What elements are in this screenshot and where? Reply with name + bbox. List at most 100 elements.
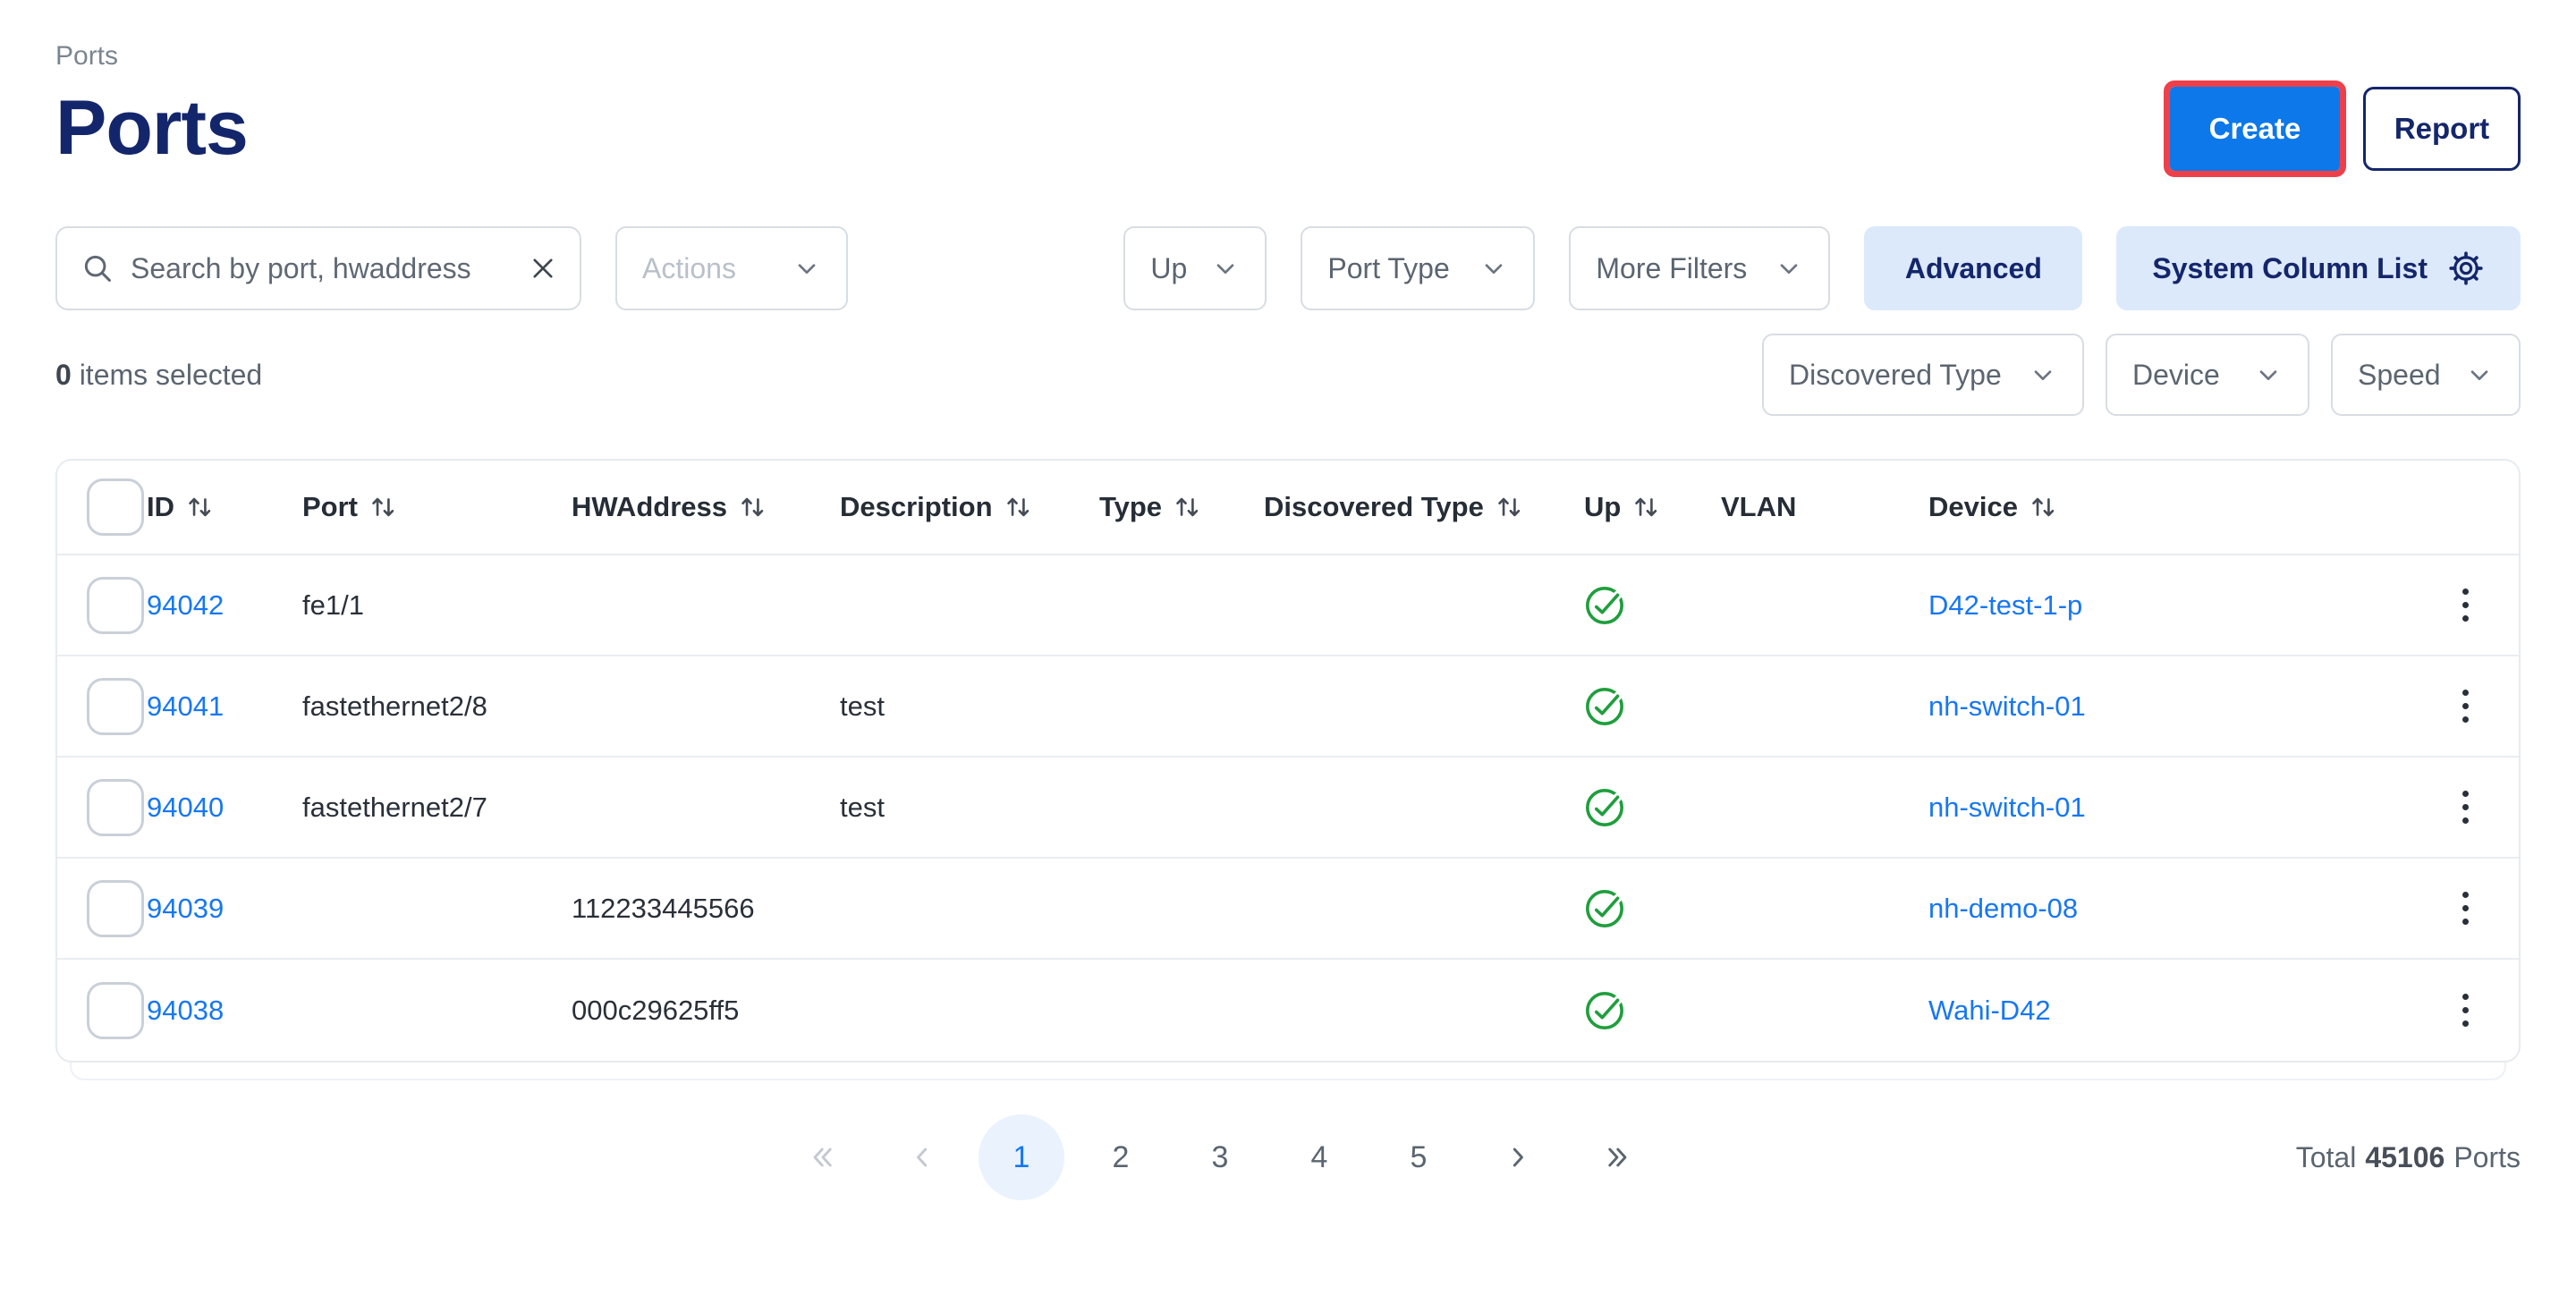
page-button-1[interactable]: 1 bbox=[979, 1114, 1064, 1200]
column-header-vlan[interactable]: VLAN bbox=[1721, 491, 1928, 523]
clear-search-icon[interactable] bbox=[528, 253, 558, 284]
row-checkbox[interactable] bbox=[87, 678, 144, 735]
chevron-down-icon bbox=[792, 254, 821, 283]
chevron-down-icon bbox=[2029, 360, 2057, 389]
previous-page-button[interactable] bbox=[879, 1114, 965, 1200]
next-page-button[interactable] bbox=[1475, 1114, 1561, 1200]
page-button-2[interactable]: 2 bbox=[1078, 1114, 1164, 1200]
row-checkbox[interactable] bbox=[87, 577, 144, 634]
device-link[interactable]: D42-test-1-p bbox=[1928, 589, 2082, 622]
description-cell: test bbox=[840, 690, 1099, 723]
port-cell: fastethernet2/7 bbox=[302, 792, 572, 824]
row-checkbox[interactable] bbox=[87, 779, 144, 836]
table-row[interactable]: 94039 112233445566 nh-demo-08 bbox=[57, 859, 2519, 960]
sort-icon[interactable] bbox=[1495, 492, 1525, 522]
port-id-link[interactable]: 94042 bbox=[147, 589, 224, 622]
device-link[interactable]: nh-switch-01 bbox=[1928, 792, 2086, 824]
actions-dropdown-label: Actions bbox=[642, 252, 736, 285]
row-checkbox[interactable] bbox=[87, 880, 144, 937]
port-id-link[interactable]: 94041 bbox=[147, 690, 224, 723]
table-row[interactable]: 94040 fastethernet2/7 test nh-switch-01 bbox=[57, 758, 2519, 859]
up-status-check-icon bbox=[1584, 990, 1625, 1031]
sort-icon[interactable] bbox=[738, 492, 768, 522]
search-input[interactable] bbox=[131, 252, 512, 285]
up-status-check-icon bbox=[1584, 686, 1625, 727]
report-button[interactable]: Report bbox=[2363, 87, 2521, 171]
column-header-id[interactable]: ID bbox=[147, 491, 302, 523]
toolbar: Actions Up Port Type More Filters Advanc… bbox=[55, 226, 2521, 310]
row-actions-kebab-icon[interactable] bbox=[2446, 985, 2485, 1036]
row-actions-kebab-icon[interactable] bbox=[2446, 681, 2485, 732]
system-column-list-label: System Column List bbox=[2152, 252, 2428, 285]
more-filters-dropdown[interactable]: More Filters bbox=[1569, 226, 1830, 310]
header-actions: Create Report bbox=[2170, 87, 2521, 171]
page-button-4[interactable]: 4 bbox=[1276, 1114, 1362, 1200]
system-column-list-button[interactable]: System Column List bbox=[2116, 226, 2521, 310]
sort-icon[interactable] bbox=[1631, 492, 1662, 522]
port-type-filter-dropdown[interactable]: Port Type bbox=[1301, 226, 1535, 310]
speed-filter-dropdown[interactable]: Speed bbox=[2331, 334, 2521, 416]
chevron-down-icon bbox=[1211, 254, 1240, 283]
actions-dropdown[interactable]: Actions bbox=[615, 226, 848, 310]
port-cell: fastethernet2/8 bbox=[302, 690, 572, 723]
search-box[interactable] bbox=[55, 226, 581, 310]
table-row[interactable]: 94041 fastethernet2/8 test nh-switch-01 bbox=[57, 656, 2519, 758]
speed-filter-label: Speed bbox=[2358, 359, 2441, 392]
row-checkbox[interactable] bbox=[87, 982, 144, 1039]
sub-toolbar: 0 items selected Discovered Type Device … bbox=[55, 334, 2521, 416]
last-page-button[interactable] bbox=[1574, 1114, 1660, 1200]
row-actions-kebab-icon[interactable] bbox=[2446, 580, 2485, 631]
table-row[interactable]: 94038 000c29625ff5 Wahi-D42 bbox=[57, 960, 2519, 1061]
page-button-3[interactable]: 3 bbox=[1177, 1114, 1263, 1200]
up-filter-label: Up bbox=[1150, 252, 1187, 285]
column-header-discovered-type[interactable]: Discovered Type bbox=[1264, 491, 1584, 523]
port-type-filter-label: Port Type bbox=[1327, 252, 1449, 285]
chevron-down-icon bbox=[1479, 254, 1508, 283]
create-button[interactable]: Create bbox=[2170, 87, 2340, 171]
port-id-link[interactable]: 94038 bbox=[147, 995, 224, 1027]
sort-icon[interactable] bbox=[1173, 492, 1203, 522]
port-id-link[interactable]: 94040 bbox=[147, 792, 224, 824]
first-page-button[interactable] bbox=[780, 1114, 866, 1200]
device-link[interactable]: nh-demo-08 bbox=[1928, 893, 2078, 925]
ports-table: ID Port HWAddress Description Type Disco… bbox=[55, 459, 2521, 1063]
up-status-check-icon bbox=[1584, 888, 1625, 929]
discovered-type-filter-label: Discovered Type bbox=[1789, 359, 2002, 392]
sort-icon[interactable] bbox=[1004, 492, 1034, 522]
hwaddress-cell: 112233445566 bbox=[572, 893, 840, 925]
up-status-check-icon bbox=[1584, 787, 1625, 828]
column-header-up[interactable]: Up bbox=[1584, 491, 1721, 523]
column-header-description[interactable]: Description bbox=[840, 491, 1099, 523]
row-actions-kebab-icon[interactable] bbox=[2446, 782, 2485, 833]
ports-page: Ports Ports Create Report Actions Up bbox=[0, 0, 2576, 1304]
table-row[interactable]: 94042 fe1/1 D42-test-1-p bbox=[57, 555, 2519, 656]
up-filter-dropdown[interactable]: Up bbox=[1123, 226, 1267, 310]
chevron-down-icon bbox=[2254, 360, 2283, 389]
discovered-type-filter-dropdown[interactable]: Discovered Type bbox=[1762, 334, 2084, 416]
page-button-5[interactable]: 5 bbox=[1376, 1114, 1462, 1200]
device-link[interactable]: nh-switch-01 bbox=[1928, 690, 2086, 723]
select-all-checkbox[interactable] bbox=[87, 478, 144, 536]
table-card-fold bbox=[70, 1063, 2506, 1080]
row-actions-kebab-icon[interactable] bbox=[2446, 883, 2485, 934]
chevron-down-icon bbox=[2465, 360, 2494, 389]
sort-icon[interactable] bbox=[2029, 492, 2059, 522]
column-header-type[interactable]: Type bbox=[1099, 491, 1264, 523]
port-cell: fe1/1 bbox=[302, 589, 572, 622]
device-filter-dropdown[interactable]: Device bbox=[2106, 334, 2309, 416]
advanced-button[interactable]: Advanced bbox=[1864, 226, 2082, 310]
search-icon bbox=[80, 251, 114, 285]
port-id-link[interactable]: 94039 bbox=[147, 893, 224, 925]
sort-icon[interactable] bbox=[369, 492, 399, 522]
gear-icon bbox=[2447, 250, 2485, 287]
device-link[interactable]: Wahi-D42 bbox=[1928, 995, 2051, 1027]
hwaddress-cell: 000c29625ff5 bbox=[572, 995, 840, 1027]
column-header-hwaddress[interactable]: HWAddress bbox=[572, 491, 840, 523]
sort-icon[interactable] bbox=[185, 492, 216, 522]
page-header: Ports Create Report bbox=[55, 84, 2521, 173]
breadcrumb[interactable]: Ports bbox=[55, 41, 2521, 72]
device-filter-label: Device bbox=[2132, 359, 2220, 392]
column-header-port[interactable]: Port bbox=[302, 491, 572, 523]
column-header-device[interactable]: Device bbox=[1928, 491, 2411, 523]
total-label: Total bbox=[2296, 1141, 2357, 1174]
